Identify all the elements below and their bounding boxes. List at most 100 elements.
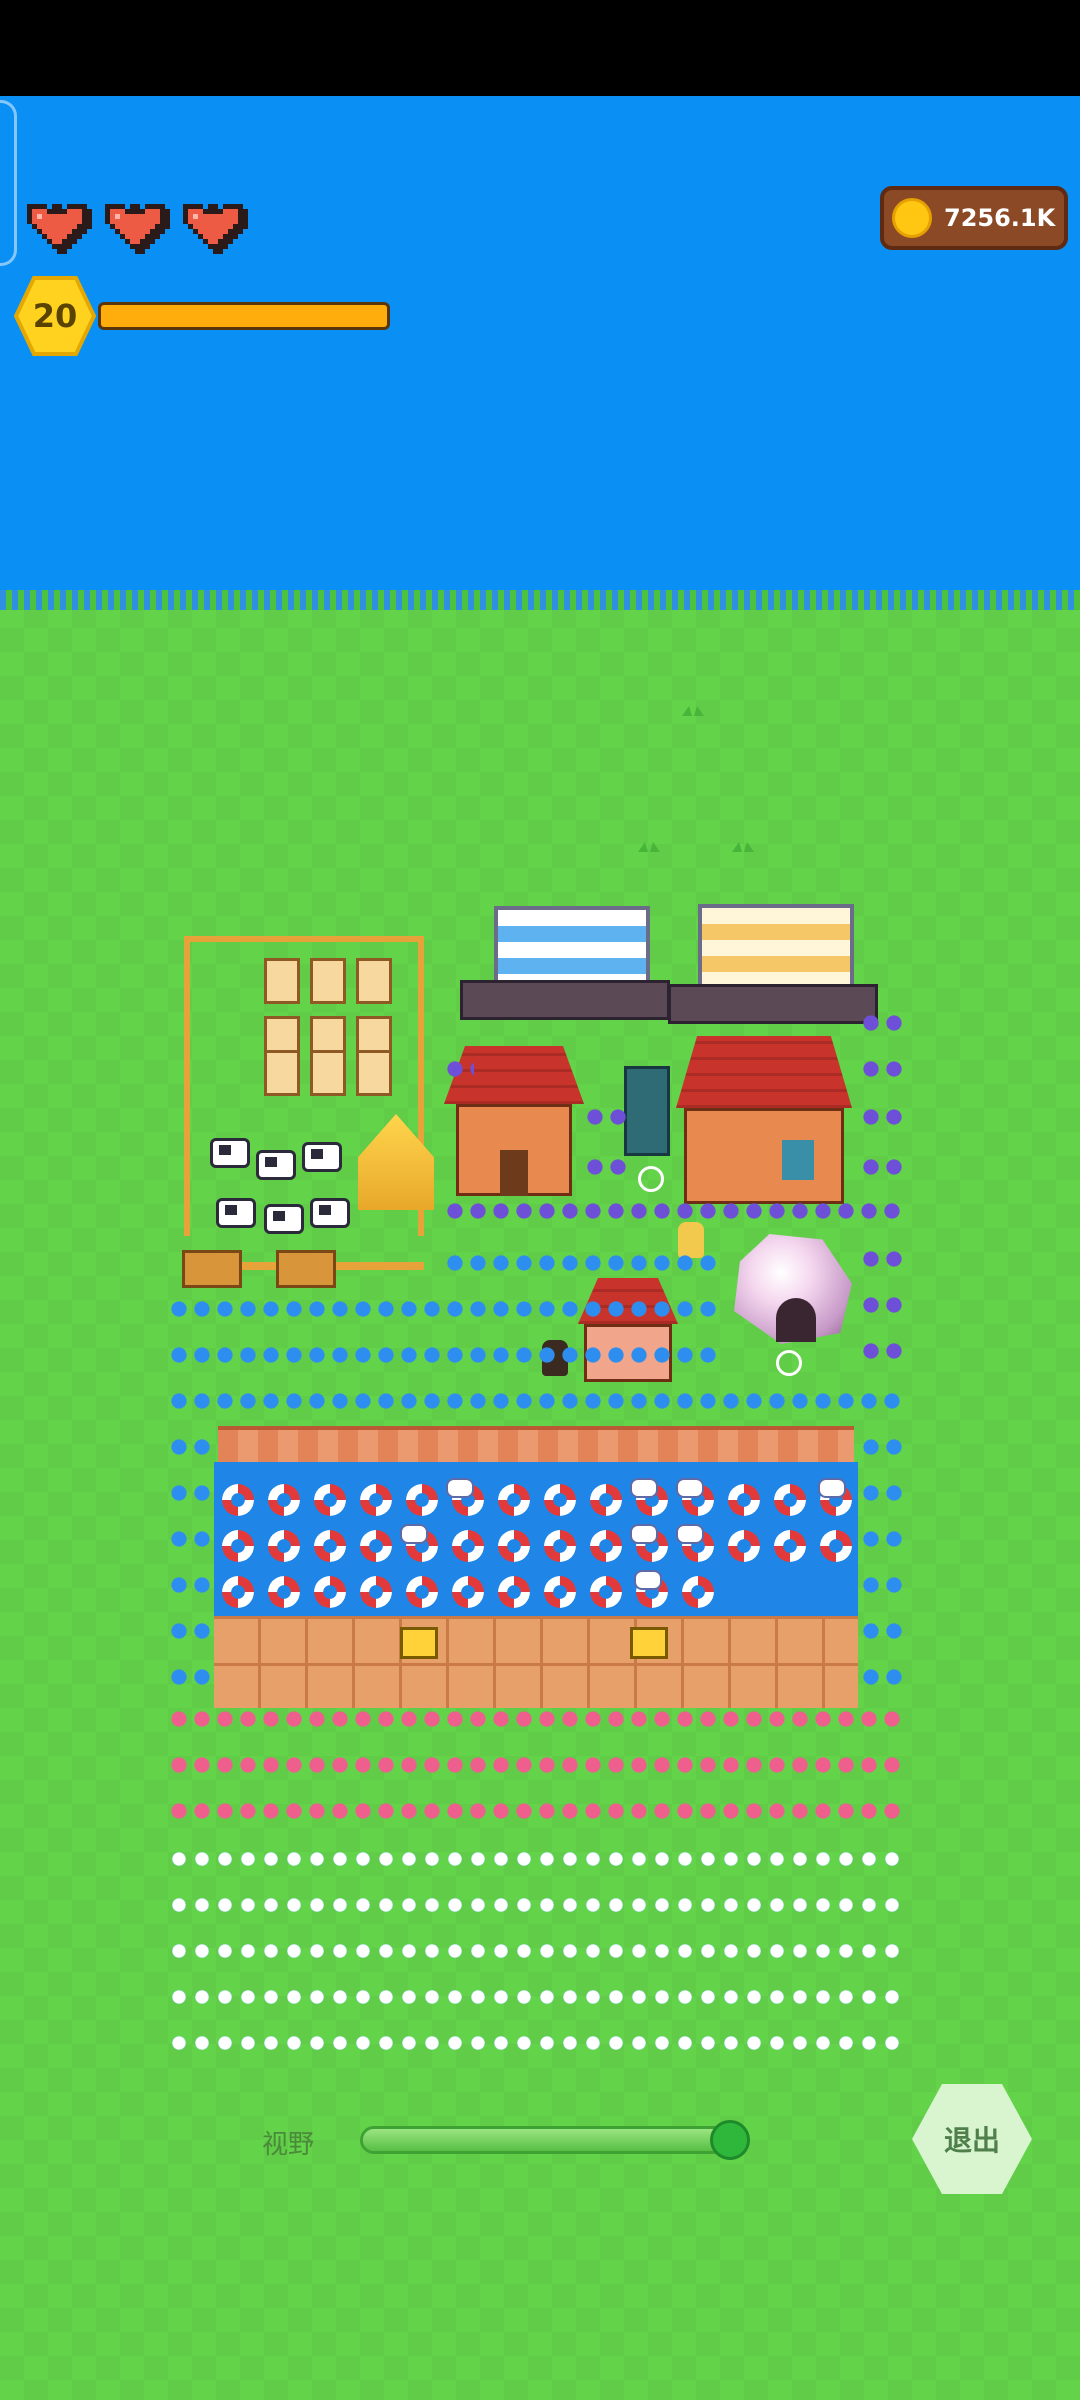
mine-entrance[interactable]	[776, 1298, 816, 1342]
lifebuoy-icon[interactable]	[406, 1576, 438, 1608]
flower-row-white[interactable]	[168, 1940, 906, 1964]
market-stall-yellow[interactable]	[698, 904, 854, 990]
barn-roof	[676, 1036, 852, 1108]
machine-tower[interactable]	[624, 1066, 670, 1156]
barn-large[interactable]	[676, 1036, 852, 1204]
cow[interactable]	[302, 1142, 342, 1172]
lifebuoy-icon[interactable]	[360, 1530, 392, 1562]
cow[interactable]	[216, 1198, 256, 1228]
cow[interactable]	[210, 1138, 250, 1168]
view-zoom-slider[interactable]	[360, 2126, 738, 2154]
flower-row-purple[interactable]	[860, 1248, 906, 1272]
flower-row-blue[interactable]	[168, 1298, 720, 1322]
lifebuoy-icon[interactable]	[498, 1484, 530, 1516]
flower-row-white[interactable]	[168, 1848, 906, 1872]
wooden-crate[interactable]	[276, 1250, 336, 1288]
lifebuoy-icon[interactable]	[452, 1530, 484, 1562]
flower-row-blue[interactable]	[860, 1482, 906, 1506]
view-zoom-slider-fill	[363, 2129, 728, 2151]
flower-row-blue[interactable]	[168, 1436, 214, 1460]
bee-icon	[630, 1478, 658, 1498]
beehive[interactable]	[310, 958, 346, 1004]
lifebuoy-icon[interactable]	[268, 1576, 300, 1608]
lifebuoy-icon[interactable]	[314, 1576, 346, 1608]
flower-row-blue[interactable]	[860, 1620, 906, 1644]
fish-pond[interactable]	[214, 1462, 858, 1616]
lifebuoy-icon[interactable]	[544, 1576, 576, 1608]
lifebuoy-icon[interactable]	[314, 1484, 346, 1516]
interaction-marker[interactable]	[776, 1350, 802, 1376]
bee-icon	[634, 1570, 662, 1590]
flower-row-pink[interactable]	[168, 1754, 906, 1778]
interaction-marker[interactable]	[638, 1166, 664, 1192]
cow[interactable]	[256, 1150, 296, 1180]
flower-row-blue[interactable]	[168, 1528, 214, 1552]
lifebuoy-icon[interactable]	[544, 1484, 576, 1516]
flower-row-purple[interactable]	[444, 1058, 474, 1082]
flower-row-blue[interactable]	[168, 1666, 214, 1690]
flower-row-blue[interactable]	[168, 1390, 906, 1414]
flower-row-white[interactable]	[168, 2032, 906, 2056]
flower-row-blue[interactable]	[860, 1528, 906, 1552]
lifebuoy-icon[interactable]	[820, 1530, 852, 1562]
flower-row-purple[interactable]	[860, 1106, 906, 1130]
lifebuoy-icon[interactable]	[544, 1530, 576, 1562]
bee-icon	[818, 1478, 846, 1498]
lifebuoy-icon[interactable]	[774, 1484, 806, 1516]
lifebuoy-icon[interactable]	[682, 1576, 714, 1608]
flower-row-purple[interactable]	[860, 1294, 906, 1318]
lifebuoy-icon[interactable]	[360, 1576, 392, 1608]
lifebuoy-icon[interactable]	[268, 1530, 300, 1562]
farm-scene[interactable]	[0, 0, 1080, 2400]
flower-row-purple[interactable]	[584, 1156, 628, 1180]
lifebuoy-icon[interactable]	[314, 1530, 346, 1562]
beehive[interactable]	[356, 1050, 392, 1096]
lifebuoy-icon[interactable]	[268, 1484, 300, 1516]
flower-row-purple[interactable]	[584, 1106, 628, 1130]
lifebuoy-icon[interactable]	[590, 1530, 622, 1562]
flower-row-blue[interactable]	[860, 1574, 906, 1598]
beehive[interactable]	[264, 1050, 300, 1096]
lifebuoy-icon[interactable]	[728, 1530, 760, 1562]
flower-row-purple[interactable]	[860, 1156, 906, 1180]
dock-chest[interactable]	[630, 1627, 668, 1659]
flower-row-blue[interactable]	[168, 1482, 214, 1506]
lifebuoy-icon[interactable]	[406, 1484, 438, 1516]
cow[interactable]	[310, 1198, 350, 1228]
bee-icon	[630, 1524, 658, 1544]
flower-row-purple[interactable]	[860, 1058, 906, 1082]
sprout-icon	[682, 706, 704, 716]
cow[interactable]	[264, 1204, 304, 1234]
lifebuoy-icon[interactable]	[590, 1576, 622, 1608]
flower-row-blue[interactable]	[860, 1436, 906, 1460]
lifebuoy-icon[interactable]	[590, 1484, 622, 1516]
lifebuoy-icon[interactable]	[728, 1484, 760, 1516]
flower-row-blue[interactable]	[860, 1666, 906, 1690]
bee-icon	[676, 1478, 704, 1498]
flower-row-white[interactable]	[168, 1986, 906, 2010]
flower-row-purple[interactable]	[860, 1012, 906, 1036]
beehive[interactable]	[264, 958, 300, 1004]
flower-row-blue[interactable]	[444, 1252, 720, 1276]
flower-row-purple[interactable]	[860, 1340, 906, 1364]
lifebuoy-icon[interactable]	[222, 1484, 254, 1516]
beehive[interactable]	[310, 1050, 346, 1096]
lifebuoy-icon[interactable]	[498, 1530, 530, 1562]
lifebuoy-icon[interactable]	[222, 1576, 254, 1608]
dock-chest[interactable]	[400, 1627, 438, 1659]
flower-row-blue[interactable]	[168, 1620, 214, 1644]
lifebuoy-icon[interactable]	[222, 1530, 254, 1562]
flower-row-white[interactable]	[168, 1894, 906, 1918]
pond-awning	[218, 1426, 854, 1462]
wooden-crate[interactable]	[182, 1250, 242, 1288]
lifebuoy-icon[interactable]	[452, 1576, 484, 1608]
flower-row-pink[interactable]	[168, 1708, 906, 1732]
flower-row-purple[interactable]	[444, 1200, 906, 1224]
flower-row-blue[interactable]	[168, 1344, 720, 1368]
flower-row-pink[interactable]	[168, 1800, 906, 1824]
lifebuoy-icon[interactable]	[360, 1484, 392, 1516]
lifebuoy-icon[interactable]	[498, 1576, 530, 1608]
flower-row-blue[interactable]	[168, 1574, 214, 1598]
lifebuoy-icon[interactable]	[774, 1530, 806, 1562]
beehive[interactable]	[356, 958, 392, 1004]
